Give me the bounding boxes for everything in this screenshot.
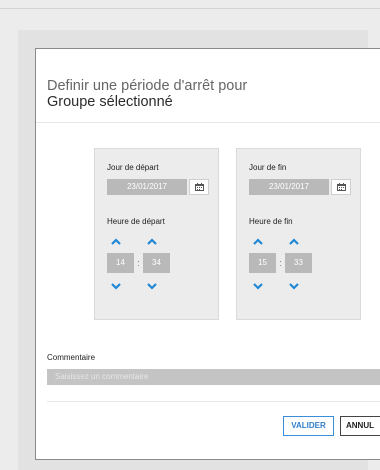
start-panel: Jour de départ 23/01/2017 Heure de dépar… xyxy=(94,148,219,320)
calendar-icon xyxy=(195,183,204,191)
end-minute-down[interactable] xyxy=(288,282,300,290)
end-hour-input[interactable]: 15 xyxy=(249,253,276,273)
end-time-label: Heure de fin xyxy=(249,217,293,226)
end-minute-input[interactable]: 33 xyxy=(285,253,312,273)
end-minute-up[interactable] xyxy=(288,238,300,246)
start-date-label: Jour de départ xyxy=(107,163,159,172)
end-hour-down[interactable] xyxy=(252,282,264,290)
calendar-icon xyxy=(337,183,346,191)
header-divider xyxy=(36,122,380,123)
start-calendar-button[interactable] xyxy=(189,179,209,195)
time-separator: : xyxy=(279,258,282,268)
end-calendar-button[interactable] xyxy=(331,179,351,195)
end-panel: Jour de fin 23/01/2017 Heure de fin 15 :… xyxy=(236,148,361,320)
start-minute-up[interactable] xyxy=(146,238,158,246)
chevron-up-icon xyxy=(253,238,263,245)
start-hour-input[interactable]: 14 xyxy=(107,253,134,273)
dialog-subtitle: Groupe sélectionné xyxy=(47,94,173,110)
chevron-up-icon xyxy=(289,238,299,245)
chevron-down-icon xyxy=(253,283,263,290)
chevron-up-icon xyxy=(111,238,121,245)
top-border xyxy=(0,8,380,9)
chevron-up-icon xyxy=(147,238,157,245)
end-date-input[interactable]: 23/01/2017 xyxy=(249,179,329,195)
end-hour-up[interactable] xyxy=(252,238,264,246)
comment-input[interactable]: Saisissez un commentaire xyxy=(47,369,380,385)
validate-button[interactable]: VALIDER xyxy=(283,416,334,436)
downtime-dialog: Definir une période d'arrêt pour Groupe … xyxy=(35,48,380,460)
time-separator: : xyxy=(137,258,140,268)
cancel-button[interactable]: ANNUL xyxy=(340,416,380,436)
chevron-down-icon xyxy=(289,283,299,290)
comment-label: Commentaire xyxy=(47,353,96,362)
start-hour-down[interactable] xyxy=(110,282,122,290)
dialog-title: Definir une période d'arrêt pour xyxy=(47,78,248,94)
start-hour-up[interactable] xyxy=(110,238,122,246)
footer-divider xyxy=(47,401,380,402)
start-minute-down[interactable] xyxy=(146,282,158,290)
end-date-label: Jour de fin xyxy=(249,163,287,172)
chevron-down-icon xyxy=(147,283,157,290)
start-time-label: Heure de départ xyxy=(107,217,165,226)
chevron-down-icon xyxy=(111,283,121,290)
start-minute-input[interactable]: 34 xyxy=(143,253,170,273)
start-date-input[interactable]: 23/01/2017 xyxy=(107,179,187,195)
